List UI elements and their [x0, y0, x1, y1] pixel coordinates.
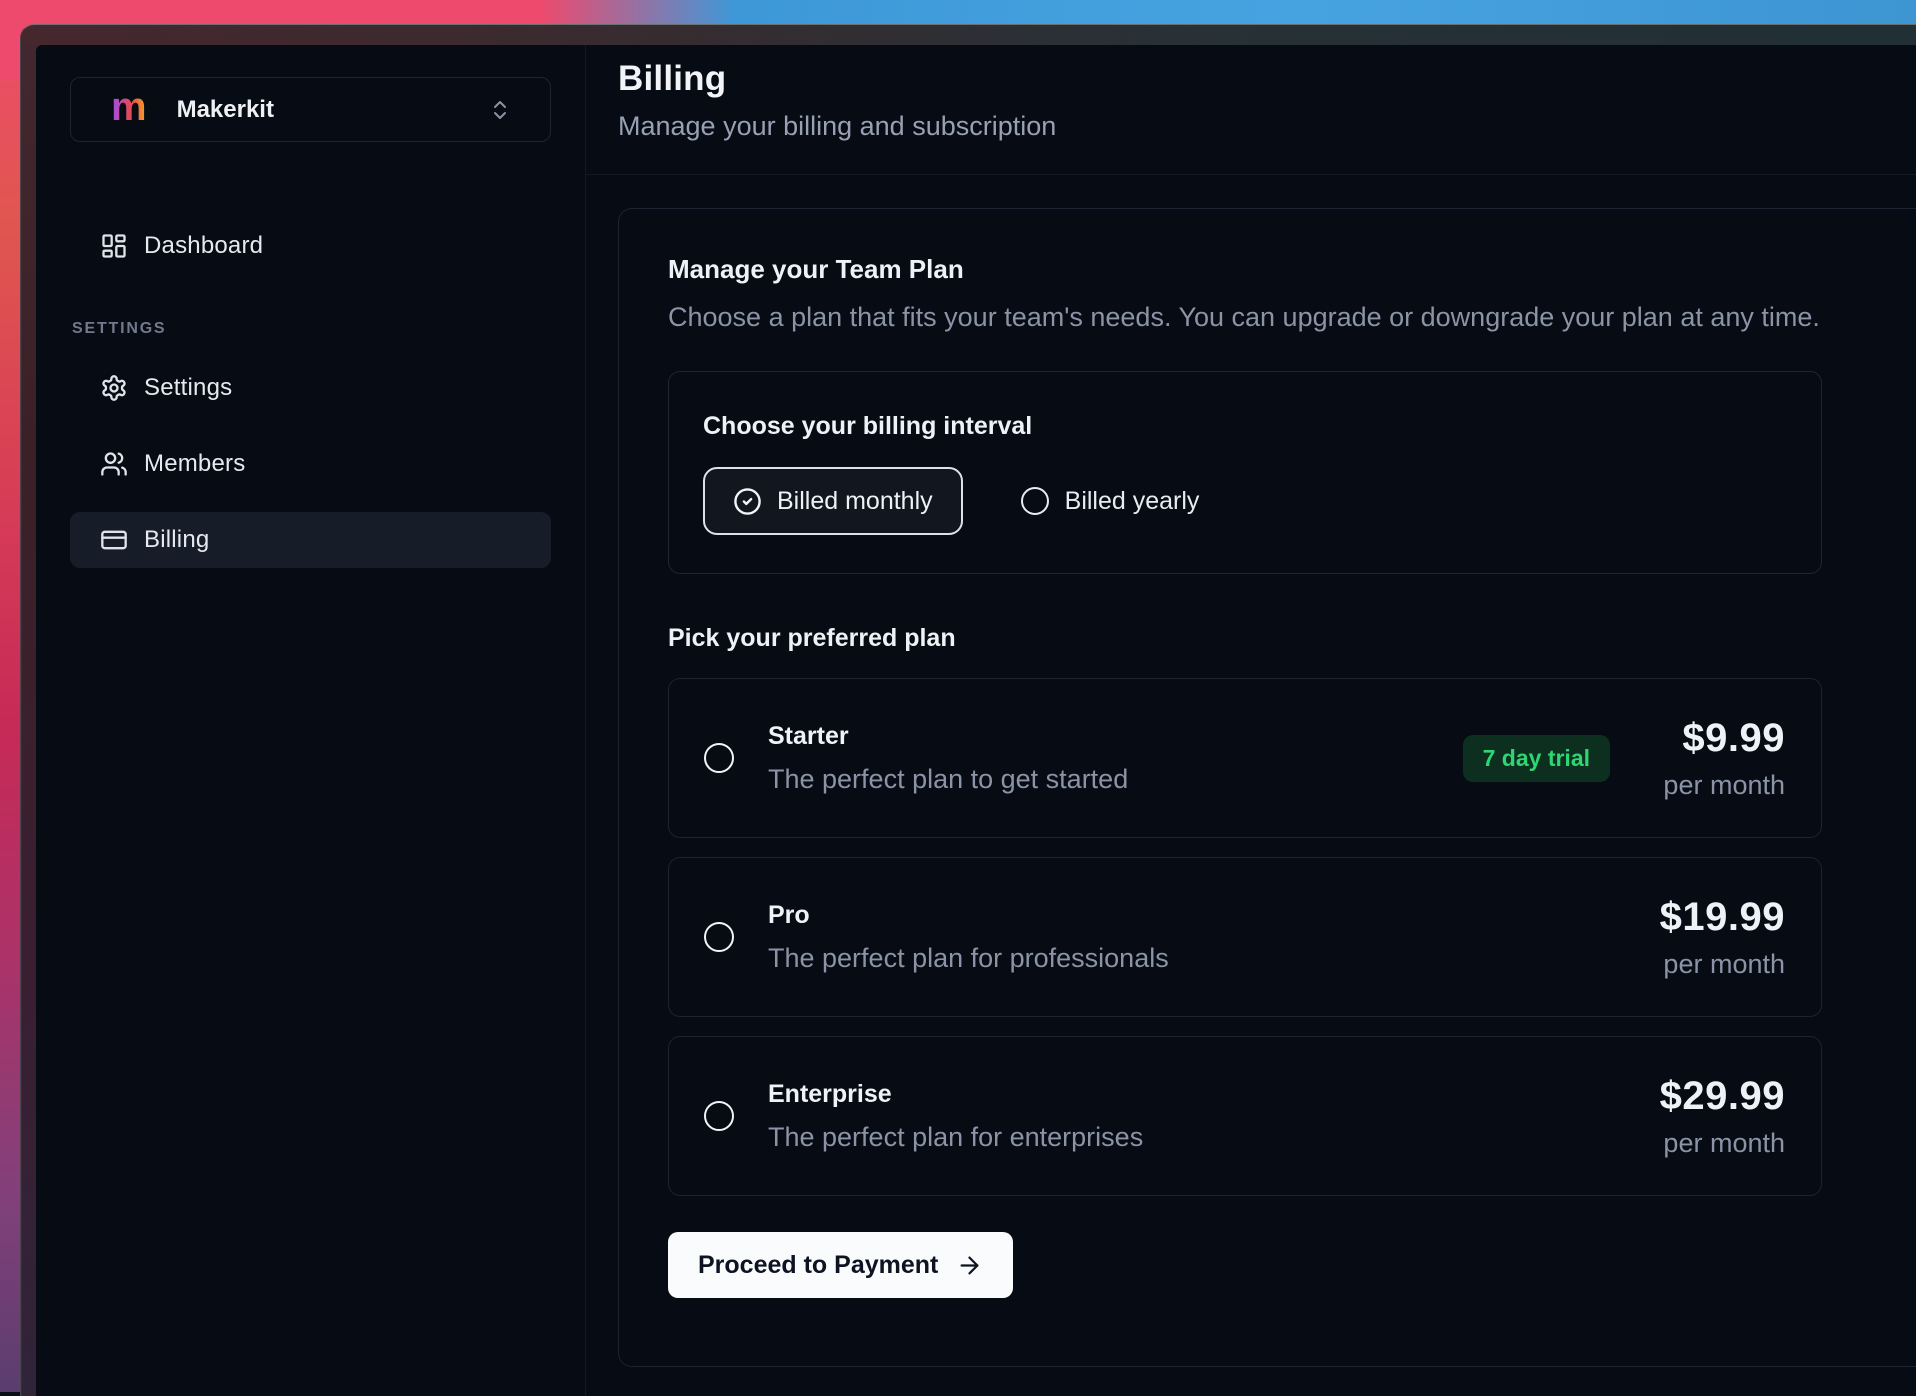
interval-option-yearly[interactable]: Billed yearly	[1021, 487, 1200, 516]
sidebar-item-label: Dashboard	[144, 232, 263, 260]
sidebar-item-dashboard[interactable]: Dashboard	[70, 218, 551, 274]
main-content: Billing Manage your billing and subscrip…	[586, 45, 1916, 1396]
plan-period: per month	[1650, 949, 1785, 980]
sidebar-item-label: Billing	[144, 526, 209, 554]
sidebar-item-label: Members	[144, 450, 245, 478]
billing-interval-label: Choose your billing interval	[703, 412, 1821, 441]
sidebar-item-settings[interactable]: Settings	[70, 360, 551, 416]
plan-pricing: 7 day trial $9.99 per month	[1463, 716, 1785, 801]
interval-option-label: Billed yearly	[1065, 487, 1200, 516]
plan-period: per month	[1650, 1128, 1785, 1159]
plan-name: Pro	[768, 901, 1169, 930]
radio-circle-icon[interactable]	[704, 922, 734, 952]
workspace-selector[interactable]: m Makerkit	[70, 77, 551, 142]
card-title: Manage your Team Plan	[668, 254, 1903, 285]
plan-row-starter[interactable]: Starter The perfect plan to get started …	[668, 678, 1822, 838]
price-block: $9.99 per month	[1650, 716, 1785, 801]
sidebar: m Makerkit Dashboard SETTINGS	[36, 45, 586, 1396]
team-plan-card: Manage your Team Plan Choose a plan that…	[618, 208, 1916, 1367]
app-root: m Makerkit Dashboard SETTINGS	[36, 45, 1916, 1396]
sidebar-item-billing[interactable]: Billing	[70, 512, 551, 568]
plan-price: $29.99	[1650, 1074, 1785, 1119]
plan-info: Starter The perfect plan to get started	[768, 722, 1128, 795]
plan-period: per month	[1650, 770, 1785, 801]
billing-interval-options: Billed monthly Billed yearly	[703, 467, 1821, 535]
radio-circle-icon[interactable]	[704, 743, 734, 773]
page-subtitle: Manage your billing and subscription	[618, 111, 1916, 142]
makerkit-logo-icon: m	[111, 87, 147, 127]
interval-option-monthly[interactable]: Billed monthly	[703, 467, 963, 535]
sidebar-nav: Dashboard SETTINGS Settings Members	[70, 218, 551, 568]
plan-info: Pro The perfect plan for professionals	[768, 901, 1169, 974]
plan-row-pro[interactable]: Pro The perfect plan for professionals $…	[668, 857, 1822, 1017]
plan-info: Enterprise The perfect plan for enterpri…	[768, 1080, 1143, 1153]
page-title: Billing	[618, 59, 1916, 99]
plan-name: Starter	[768, 722, 1128, 751]
interval-option-label: Billed monthly	[777, 487, 933, 516]
plans-label: Pick your preferred plan	[668, 624, 1903, 653]
radio-circle-icon[interactable]	[704, 1101, 734, 1131]
trial-badge: 7 day trial	[1463, 735, 1610, 782]
plan-pricing: $19.99 per month	[1650, 895, 1785, 980]
plan-description: The perfect plan for enterprises	[768, 1122, 1143, 1153]
arrow-right-icon	[956, 1252, 983, 1279]
plan-description: The perfect plan to get started	[768, 764, 1128, 795]
chevrons-up-down-icon	[488, 98, 512, 122]
radio-circle-icon	[1021, 487, 1049, 515]
plan-price: $9.99	[1650, 716, 1785, 761]
price-block: $19.99 per month	[1650, 895, 1785, 980]
price-block: $29.99 per month	[1650, 1074, 1785, 1159]
credit-card-icon	[100, 526, 128, 554]
page-content: Manage your Team Plan Choose a plan that…	[586, 175, 1916, 1367]
app-window: m Makerkit Dashboard SETTINGS	[20, 24, 1916, 1396]
plan-list: Starter The perfect plan to get started …	[668, 678, 1822, 1196]
sidebar-item-label: Settings	[144, 374, 232, 402]
page-header: Billing Manage your billing and subscrip…	[586, 45, 1916, 175]
plan-pricing: $29.99 per month	[1650, 1074, 1785, 1159]
sidebar-section-label: SETTINGS	[72, 320, 551, 338]
billing-interval-box: Choose your billing interval Billed mont…	[668, 371, 1822, 574]
dashboard-grid-icon	[100, 232, 128, 260]
gear-icon	[100, 374, 128, 402]
window-edge	[22, 45, 36, 1396]
plan-name: Enterprise	[768, 1080, 1143, 1109]
workspace-name: Makerkit	[177, 96, 274, 124]
plan-price: $19.99	[1650, 895, 1785, 940]
plan-description: The perfect plan for professionals	[768, 943, 1169, 974]
check-circle-icon	[733, 487, 762, 516]
sidebar-item-members[interactable]: Members	[70, 436, 551, 492]
users-icon	[100, 450, 128, 478]
proceed-button-label: Proceed to Payment	[698, 1251, 938, 1280]
card-description: Choose a plan that fits your team's need…	[668, 302, 1903, 333]
plan-row-enterprise[interactable]: Enterprise The perfect plan for enterpri…	[668, 1036, 1822, 1196]
proceed-to-payment-button[interactable]: Proceed to Payment	[668, 1232, 1013, 1298]
